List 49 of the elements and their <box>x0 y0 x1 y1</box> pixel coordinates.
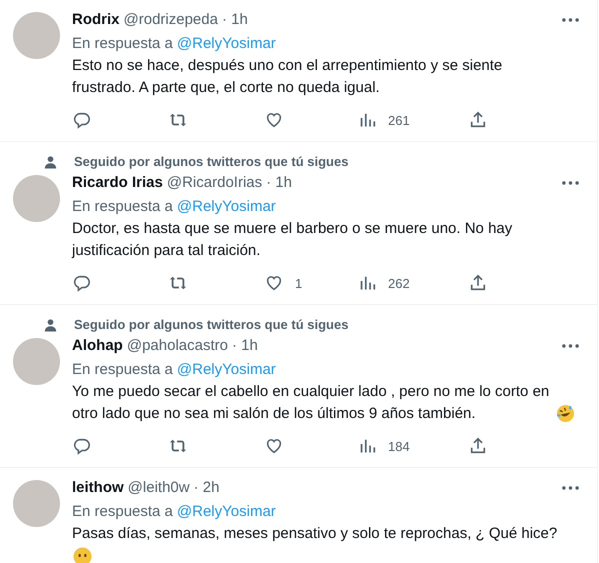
heart-icon[interactable] <box>265 437 283 455</box>
followed-note: Seguido por algunos twitteros que tú sigues <box>74 317 348 332</box>
more-icon[interactable] <box>562 18 579 22</box>
reply-label: En respuesta a <box>72 502 173 522</box>
post-time[interactable]: · 1h <box>222 10 248 30</box>
followed-note: Seguido por algunos twitteros que tú sigues <box>74 154 348 169</box>
heart-icon[interactable] <box>265 274 283 292</box>
user-name[interactable]: Alohap <box>72 336 123 356</box>
post-time[interactable]: · 1h <box>232 336 258 356</box>
views-icon[interactable] <box>359 438 376 454</box>
reply-icon[interactable] <box>73 111 91 129</box>
more-icon[interactable] <box>562 181 579 185</box>
reply-icon[interactable] <box>73 274 91 292</box>
views-icon[interactable] <box>359 274 376 292</box>
like-count: 1 <box>295 276 302 290</box>
reply-label: En respuesta a <box>72 197 173 217</box>
share-icon[interactable] <box>469 111 487 129</box>
user-name[interactable]: Ricardo Irias <box>72 173 163 193</box>
heart-icon[interactable] <box>265 111 283 129</box>
tweet-text: Yo me puedo secar el cabello en cualquier lado , pero no me lo corto en otro lado que no sea mi salón de los últimos 9 años también. <box>72 382 550 424</box>
tweet-text: Pasas días, semanas, meses pensativo y solo te reprochas, ¿ Qué hice? <box>72 525 558 542</box>
repost-icon[interactable] <box>169 437 187 455</box>
view-count: 184 <box>388 438 410 454</box>
reply-label: En respuesta a <box>72 360 173 380</box>
view-count: 262 <box>388 276 410 290</box>
user-handle[interactable]: @RicardoIrias <box>166 173 262 193</box>
share-icon[interactable] <box>469 274 487 292</box>
more-icon[interactable] <box>562 344 579 348</box>
user-name[interactable]: leithow <box>72 478 124 498</box>
post-time[interactable]: · 1h <box>266 173 292 193</box>
tweet-text: Esto no se hace, después uno con el arrepentimiento y se siente frustrado. A parte que, el corte no queda igual. <box>72 57 502 96</box>
reply-icon[interactable] <box>73 437 91 455</box>
tweet-text: Doctor, es hasta que se muere el barbero o se muere uno. No hay justificación para tal traición. <box>72 220 512 259</box>
post-time[interactable]: · 2h <box>194 478 220 498</box>
more-icon[interactable] <box>562 486 579 490</box>
views-icon[interactable] <box>359 112 376 128</box>
repost-icon[interactable] <box>169 111 187 129</box>
view-count: 261 <box>388 112 410 128</box>
person-icon <box>44 318 57 332</box>
user-handle[interactable]: @leith0w <box>128 478 190 498</box>
user-handle[interactable]: @rodrizepeda <box>124 10 218 30</box>
reply-label: En respuesta a <box>72 34 173 54</box>
user-handle[interactable]: @paholacastro <box>126 336 228 356</box>
face-emoji-icon <box>73 547 92 563</box>
share-icon[interactable] <box>469 437 487 455</box>
laughing-emoji-icon <box>556 404 575 423</box>
person-icon <box>44 154 57 168</box>
user-name[interactable]: Rodrix <box>72 10 120 30</box>
repost-icon[interactable] <box>169 274 187 292</box>
